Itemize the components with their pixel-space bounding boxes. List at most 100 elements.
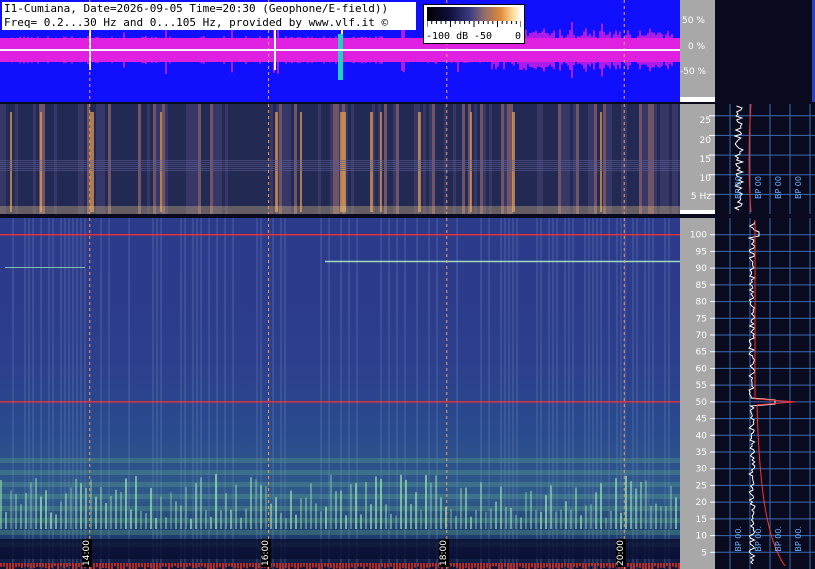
high-spec-bottom-noise <box>135 563 137 569</box>
low-spec-column <box>639 104 642 214</box>
time-label-20: 20:00 <box>616 539 627 567</box>
high-spec-bottom-noise <box>306 563 308 569</box>
high-spec-bottom-noise <box>561 563 563 569</box>
low-spec-column <box>399 104 402 214</box>
high-spec-bottom-noise <box>78 563 80 567</box>
high-spec-bottom-noise <box>399 563 401 569</box>
high-spec-bottom-noise <box>99 563 101 569</box>
high-spec-column <box>128 218 130 569</box>
low-spec-column <box>84 104 87 214</box>
high-scale-label: 85 <box>696 281 707 291</box>
low-scale-label-5: 5 Hz <box>690 192 711 202</box>
high-spec-low-burst <box>135 476 137 529</box>
low-spec-column <box>144 104 147 214</box>
low-spec-column <box>171 104 174 214</box>
high-spec-bottom-noise <box>507 563 509 569</box>
low-spec-column <box>486 104 489 214</box>
high-spec-low-burst <box>40 496 42 529</box>
high-spec-bottom-noise <box>216 563 218 568</box>
high-spec-low-burst <box>465 487 467 529</box>
high-spec-bottom-noise <box>456 563 458 568</box>
high-spec-low-burst <box>610 510 612 529</box>
high-spec-low-burst <box>495 501 497 529</box>
spectrogram-high-freq-scale: 100 95 90 85 80 75 70 65 60 55 50 45 40 35 30 25 20 15 10 5 <box>680 218 715 569</box>
high-spec-bottom-noise <box>660 563 662 568</box>
low-spec-column <box>270 104 273 214</box>
high-spec-column <box>48 218 50 569</box>
low-spec-column <box>561 104 564 214</box>
low-spec-column <box>261 104 264 214</box>
high-spec-bottom-noise <box>573 563 575 567</box>
high-spec-low-burst <box>665 505 667 529</box>
high-spec-low-burst <box>160 496 162 529</box>
legend-min-label: -100 dB <box>426 31 469 42</box>
high-spec-bottom-noise <box>105 563 107 569</box>
high-spec-low-burst <box>560 509 562 529</box>
low-spec-column <box>540 104 543 214</box>
low-spec-column <box>657 104 660 214</box>
high-spec-bottom-noise <box>639 563 641 569</box>
low-spec-column <box>252 104 255 214</box>
pct-label-0: 0 % <box>688 42 706 52</box>
high-spec-bottom-noise <box>36 563 38 567</box>
high-spec-low-burst <box>265 486 267 529</box>
high-scale-label: 15 <box>696 515 707 525</box>
high-spec-column <box>272 218 274 569</box>
high-spec-bottom-noise <box>663 563 665 568</box>
low-spec-column <box>309 104 312 214</box>
high-spec-bottom-noise <box>114 563 116 567</box>
low-spec-column <box>447 104 450 214</box>
high-spec-bottom-noise <box>213 563 215 569</box>
high-spec-low-burst <box>430 482 432 529</box>
high-spec-bottom-noise <box>669 563 671 569</box>
high-spec-bottom-noise <box>588 563 590 567</box>
low-spec-column <box>228 104 231 214</box>
high-spec-bottom-noise <box>252 563 254 568</box>
low-spec-column <box>75 104 78 214</box>
high-scale-label: 45 <box>696 415 707 425</box>
high-spec-low-burst <box>410 504 412 529</box>
high-spec-bottom-noise <box>171 563 173 568</box>
high-spec-column <box>52 218 54 569</box>
high-spec-bottom-noise <box>231 563 233 567</box>
low-spec-column <box>363 104 366 214</box>
high-spec-column <box>192 218 194 569</box>
waveform-cyan-event <box>338 34 343 80</box>
high-spec-bottom-noise <box>558 563 560 569</box>
legend-mid-label: -50 <box>474 31 493 42</box>
high-spec-bottom-noise <box>402 563 404 568</box>
low-spec-column <box>492 104 495 214</box>
low-spec-column <box>534 104 537 214</box>
low-spec-column <box>612 104 615 214</box>
low-spec-column <box>285 104 288 214</box>
low-spec-column <box>546 104 549 214</box>
high-spec-low-burst <box>650 505 652 529</box>
high-freq-spectrum-profile: BP 00. BP 00. BP 00. BP 00. <box>715 218 815 569</box>
high-spec-low-burst <box>185 487 187 529</box>
high-spec-low-burst <box>470 516 472 529</box>
bp-label-top-1: BP 00 <box>734 176 743 200</box>
low-spec-column <box>627 104 630 214</box>
low-spec-column <box>357 104 360 214</box>
high-spec-low-burst <box>405 479 407 529</box>
low-spec-bottom-band <box>0 206 680 214</box>
high-spec-low-burst <box>60 501 62 529</box>
high-spec-bottom-noise <box>15 563 17 568</box>
high-spec-bottom-noise <box>174 563 176 567</box>
header-info-box: I1-Cumiana, Date=2026-09-05 Time=20:30 (… <box>2 2 416 30</box>
high-spec-bottom-noise <box>342 563 344 569</box>
high-spec-bottom-noise <box>246 563 248 569</box>
high-spec-bottom-noise <box>582 563 584 569</box>
high-spec-low-burst <box>295 514 297 529</box>
high-spec-low-burst <box>355 483 357 529</box>
high-spec-column <box>488 218 490 569</box>
high-spec-column <box>284 218 286 569</box>
high-spec-low-burst <box>615 478 617 529</box>
low-spec-hband <box>0 162 680 163</box>
high-spec-low-burst <box>490 508 492 529</box>
low-spec-column <box>576 104 579 214</box>
high-scale-label: 90 <box>696 264 708 274</box>
high-spec-bottom-noise <box>540 563 542 569</box>
low-spec-column <box>306 104 309 214</box>
high-spec-low-burst <box>105 503 107 529</box>
